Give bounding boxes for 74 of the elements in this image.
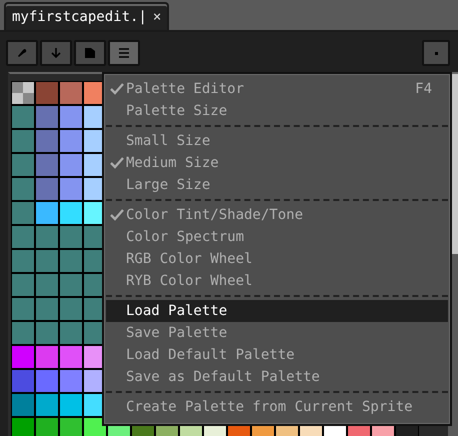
color-swatch[interactable]: [60, 226, 82, 248]
menu-item[interactable]: Create Palette from Current Sprite: [106, 396, 448, 418]
color-swatch[interactable]: [36, 106, 58, 128]
color-swatch[interactable]: [36, 130, 58, 152]
check-icon: [110, 83, 124, 95]
menu-item[interactable]: Save as Default Palette: [106, 366, 448, 388]
color-swatch[interactable]: [36, 394, 58, 416]
color-swatch[interactable]: [12, 154, 34, 176]
presets-button[interactable]: [74, 40, 106, 66]
color-swatch[interactable]: [36, 154, 58, 176]
transparent-swatch[interactable]: [12, 82, 34, 104]
menu-item[interactable]: Save Palette: [106, 322, 448, 344]
color-swatch[interactable]: [12, 394, 34, 416]
color-swatch[interactable]: [60, 274, 82, 296]
menu-item[interactable]: Medium Size: [106, 152, 448, 174]
menu-item[interactable]: Small Size: [106, 130, 448, 152]
color-swatch[interactable]: [60, 370, 82, 392]
color-swatch[interactable]: [36, 370, 58, 392]
color-swatch[interactable]: [60, 202, 82, 224]
color-swatch[interactable]: [60, 154, 82, 176]
color-swatch[interactable]: [12, 346, 34, 368]
color-swatch[interactable]: [60, 298, 82, 320]
color-swatch[interactable]: [36, 346, 58, 368]
file-icon: [85, 48, 95, 58]
options-button[interactable]: [108, 40, 140, 66]
color-swatch[interactable]: [60, 322, 82, 344]
edit-button[interactable]: [6, 40, 38, 66]
color-swatch[interactable]: [60, 346, 82, 368]
menu-item[interactable]: Palette Editor F4: [106, 78, 448, 100]
color-swatch[interactable]: [12, 370, 34, 392]
file-tab[interactable]: myfirstcapedit.| ×: [4, 2, 170, 30]
color-swatch[interactable]: [60, 250, 82, 272]
color-swatch[interactable]: [36, 322, 58, 344]
color-swatch[interactable]: [12, 298, 34, 320]
color-swatch[interactable]: [12, 178, 34, 200]
menu-item[interactable]: Load Default Palette: [106, 344, 448, 366]
down-arrow-icon: [51, 48, 61, 58]
menu-item[interactable]: Palette Size: [106, 100, 448, 122]
check-icon: [110, 157, 124, 169]
color-swatch[interactable]: [60, 82, 82, 104]
color-swatch[interactable]: [84, 418, 106, 436]
color-swatch[interactable]: [36, 298, 58, 320]
color-swatch[interactable]: [36, 178, 58, 200]
color-swatch[interactable]: [12, 250, 34, 272]
sort-button[interactable]: [40, 40, 72, 66]
color-swatch[interactable]: [60, 418, 82, 436]
menu-icon: [119, 48, 129, 58]
menu-item[interactable]: Load Palette: [106, 300, 448, 322]
menu-item[interactable]: RGB Color Wheel: [106, 248, 448, 270]
color-swatch[interactable]: [12, 418, 34, 436]
color-swatch[interactable]: [36, 226, 58, 248]
color-swatch[interactable]: [36, 202, 58, 224]
color-swatch[interactable]: [60, 130, 82, 152]
color-swatch[interactable]: [36, 82, 58, 104]
menu-item[interactable]: Color Tint/Shade/Tone: [106, 204, 448, 226]
color-swatch[interactable]: [12, 226, 34, 248]
color-swatch[interactable]: [12, 202, 34, 224]
color-swatch[interactable]: [60, 178, 82, 200]
menu-item[interactable]: Color Spectrum: [106, 226, 448, 248]
color-swatch[interactable]: [60, 106, 82, 128]
color-swatch[interactable]: [12, 106, 34, 128]
color-swatch[interactable]: [12, 322, 34, 344]
color-swatch[interactable]: [60, 394, 82, 416]
color-swatch[interactable]: [36, 250, 58, 272]
pencil-icon: [17, 48, 27, 58]
menu-item[interactable]: RYB Color Wheel: [106, 270, 448, 292]
menu-item[interactable]: Large Size: [106, 174, 448, 196]
color-swatch[interactable]: [36, 418, 58, 436]
check-icon: [110, 209, 124, 221]
color-swatch[interactable]: [36, 274, 58, 296]
color-swatch[interactable]: [12, 130, 34, 152]
close-icon[interactable]: ×: [152, 9, 162, 25]
option-button[interactable]: [422, 40, 450, 66]
color-swatch[interactable]: [12, 274, 34, 296]
